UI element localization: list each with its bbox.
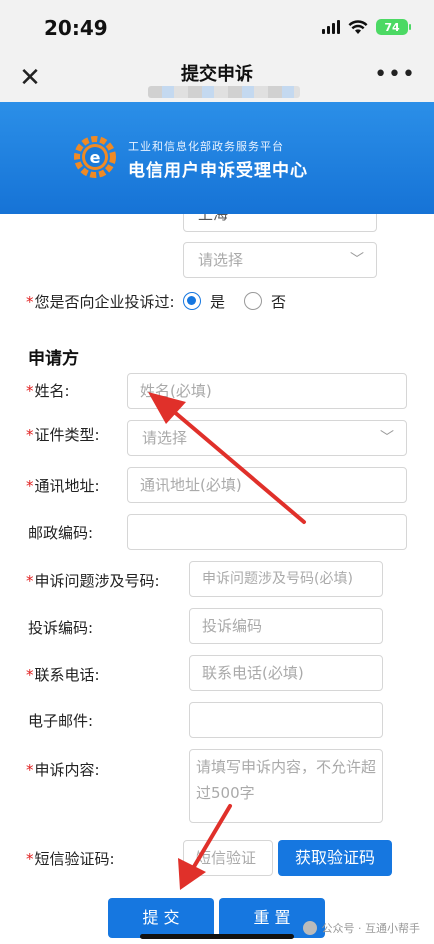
- sms-code-input[interactable]: 短信验证: [183, 840, 273, 876]
- address-input[interactable]: 通讯地址(必填): [127, 467, 407, 503]
- complaint-code-label: 投诉编码:: [28, 619, 94, 637]
- chevron-down-icon: ﹀: [350, 252, 364, 268]
- city-placeholder: 请选择: [198, 251, 244, 269]
- complaint-form: 上海 ﹀ 请选择 ﹀ *您是否向企业投诉过: 是 否 申请方 *姓名: 姓名(必…: [0, 214, 434, 944]
- name-input[interactable]: 姓名(必填): [127, 373, 407, 409]
- email-input[interactable]: [189, 702, 383, 738]
- contact-phone-input[interactable]: 联系电话(必填): [189, 655, 383, 691]
- status-icons: 74: [322, 19, 411, 35]
- complaint-code-input[interactable]: 投诉编码: [189, 608, 383, 644]
- submit-button[interactable]: 提 交: [108, 898, 214, 938]
- phone-involved-label: *申诉问题涉及号码:: [26, 572, 160, 590]
- postcode-input[interactable]: [127, 514, 407, 550]
- wifi-icon: [348, 19, 368, 34]
- banner-title: 电信用户申诉受理中心: [128, 161, 308, 181]
- postcode-label: 邮政编码:: [28, 524, 94, 542]
- banner-subtitle: 工业和信息化部政务服务平台: [128, 140, 284, 153]
- cellular-signal-icon: [322, 20, 340, 34]
- blurred-url: [148, 86, 300, 98]
- radio-yes[interactable]: [183, 292, 201, 310]
- id-type-select[interactable]: 请选择 ﹀: [127, 420, 407, 456]
- miit-logo-icon: e: [74, 136, 116, 178]
- city-select[interactable]: 请选择 ﹀: [183, 242, 377, 278]
- svg-text:e: e: [90, 148, 101, 167]
- battery-icon: 74: [376, 19, 411, 35]
- more-dots-icon[interactable]: •••: [374, 62, 416, 87]
- header-banner: e 工业和信息化部政务服务平台 电信用户申诉受理中心: [0, 102, 434, 214]
- sms-code-label: *短信验证码:: [26, 850, 115, 868]
- nav-bar: ✕ 提交申诉 •••: [0, 56, 434, 102]
- id-type-label: *证件类型:: [26, 426, 100, 444]
- watermark: 公众号 · 互通小帮手: [302, 920, 420, 936]
- page-title: 提交申诉: [181, 64, 253, 85]
- section-title: 申请方: [28, 349, 79, 369]
- content-label: *申诉内容:: [26, 761, 100, 779]
- radio-no[interactable]: [244, 292, 262, 310]
- home-indicator: [140, 934, 294, 939]
- email-label: 电子邮件:: [28, 712, 94, 730]
- chevron-down-icon: ﹀: [350, 214, 364, 222]
- chevron-down-icon: ﹀: [380, 430, 394, 446]
- status-bar: 20:49 74: [0, 0, 434, 56]
- content-textarea[interactable]: 请填写申诉内容，不允许超过500字: [189, 749, 383, 823]
- get-code-button[interactable]: 获取验证码: [278, 840, 392, 876]
- address-label: *通讯地址:: [26, 477, 100, 495]
- province-select[interactable]: 上海 ﹀: [183, 214, 377, 232]
- phone-involved-input[interactable]: 申诉问题涉及号码(必填): [189, 561, 383, 597]
- name-label: *姓名:: [26, 382, 70, 400]
- radio-yes-label: 是: [210, 293, 226, 311]
- status-time: 20:49: [44, 16, 108, 40]
- wechat-icon: [302, 921, 317, 935]
- complained-label: *您是否向企业投诉过:: [26, 293, 175, 311]
- radio-no-label: 否: [271, 293, 287, 311]
- contact-phone-label: *联系电话:: [26, 666, 100, 684]
- province-value: 上海: [198, 214, 229, 223]
